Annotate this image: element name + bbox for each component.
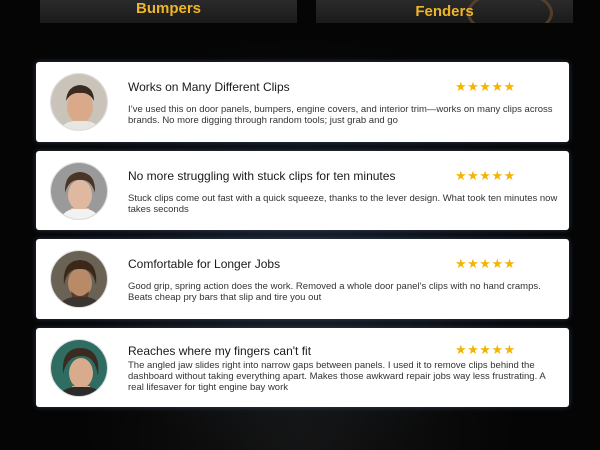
review-title: Reaches where my fingers can't fit bbox=[128, 344, 312, 358]
review-body: I’ve used this on door panels, bumpers, … bbox=[128, 104, 553, 126]
review-card: No more struggling with stuck clips for … bbox=[36, 151, 569, 230]
reviewer-avatar bbox=[50, 250, 108, 308]
review-card: Reaches where my fingers can't fit ★★★★★… bbox=[36, 328, 569, 407]
star-rating-icon: ★★★★★ bbox=[455, 343, 516, 358]
review-title: Works on Many Different Clips bbox=[128, 80, 290, 94]
review-title: No more struggling with stuck clips for … bbox=[128, 169, 396, 183]
reviewer-avatar bbox=[50, 162, 108, 220]
star-rating-icon: ★★★★★ bbox=[455, 80, 516, 95]
review-body: The angled jaw slides right into narrow … bbox=[128, 360, 546, 393]
category-label-bumpers: Bumpers bbox=[135, 0, 202, 17]
review-body: Stuck clips come out fast with a quick s… bbox=[128, 193, 558, 215]
review-title: Comfortable for Longer Jobs bbox=[128, 257, 281, 271]
review-card: Works on Many Different Clips ★★★★★ I’ve… bbox=[36, 62, 569, 142]
category-strip: Bumpers Fenders bbox=[0, 0, 600, 24]
reviewer-avatar bbox=[50, 339, 108, 397]
star-rating-icon: ★★★★★ bbox=[455, 257, 516, 272]
category-label-fenders: Fenders bbox=[415, 3, 474, 20]
reviewer-avatar bbox=[50, 73, 108, 131]
star-rating-icon: ★★★★★ bbox=[455, 169, 516, 184]
category-tile-fenders[interactable]: Fenders bbox=[316, 0, 573, 23]
category-tile-bumpers[interactable]: Bumpers bbox=[40, 0, 297, 23]
review-body: Good grip, spring action does the work. … bbox=[128, 281, 541, 303]
review-card: Comfortable for Longer Jobs ★★★★★ Good g… bbox=[36, 239, 569, 319]
